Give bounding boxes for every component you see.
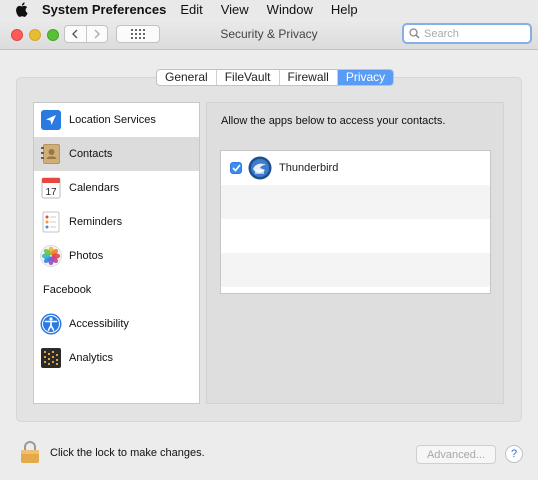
sidebar-item-label: Reminders <box>69 216 123 228</box>
thunderbird-icon <box>248 156 272 180</box>
analytics-icon <box>40 347 62 369</box>
app-permission-list: Thunderbird <box>220 150 491 294</box>
sidebar-item-reminders[interactable]: Reminders <box>34 205 199 239</box>
sidebar-item-accessibility[interactable]: Accessibility <box>34 307 199 341</box>
tab-firewall[interactable]: Firewall <box>280 70 338 85</box>
empty-row <box>221 253 490 287</box>
tab-general[interactable]: General <box>157 70 217 85</box>
thunderbird-checkbox[interactable] <box>230 162 242 174</box>
sidebar-item-label: Analytics <box>69 352 114 364</box>
calendar-day-number: 17 <box>45 187 57 198</box>
advanced-button[interactable]: Advanced... <box>416 445 496 464</box>
menu-window[interactable]: Window <box>267 2 313 17</box>
app-name: Thunderbird <box>279 162 339 174</box>
apple-menu-icon[interactable] <box>14 1 28 17</box>
sidebar-item-analytics[interactable]: Analytics <box>34 341 199 375</box>
tab-filevault[interactable]: FileVault <box>217 70 280 85</box>
sidebar-item-facebook[interactable]: Facebook <box>34 273 199 307</box>
sidebar-item-label: Location Services <box>69 114 156 126</box>
menu-edit[interactable]: Edit <box>180 2 202 17</box>
accessibility-icon <box>40 313 62 335</box>
sidebar-item-location-services[interactable]: Location Services <box>34 103 199 137</box>
checkmark-icon <box>231 164 241 172</box>
search-icon <box>409 28 420 39</box>
calendar-icon: 17 <box>40 177 62 199</box>
sidebar-item-label: Calendars <box>69 182 120 194</box>
lock-instructions: Click the lock to make changes. <box>50 447 205 459</box>
app-row-thunderbird[interactable]: Thunderbird <box>221 151 490 185</box>
help-button[interactable]: ? <box>505 445 523 463</box>
tab-bar: General FileVault Firewall Privacy <box>156 69 395 86</box>
sidebar-item-contacts[interactable]: Contacts <box>34 137 199 171</box>
search-placeholder: Search <box>424 27 459 40</box>
empty-row <box>221 185 490 219</box>
menu-bar: System Preferences Edit View Window Help <box>0 0 538 18</box>
menu-view[interactable]: View <box>221 2 249 17</box>
contacts-book-icon <box>40 143 62 165</box>
menu-app-name[interactable]: System Preferences <box>42 2 166 17</box>
photos-flower-icon <box>40 245 62 267</box>
tab-privacy[interactable]: Privacy <box>337 70 394 85</box>
pane-description: Allow the apps below to access your cont… <box>221 115 446 127</box>
sidebar-item-label: Photos <box>69 250 104 262</box>
privacy-detail-pane: Allow the apps below to access your cont… <box>206 102 504 404</box>
menu-help[interactable]: Help <box>331 2 358 17</box>
privacy-category-list: Location Services Contacts 17 Calendars … <box>33 102 200 404</box>
window-titlebar: Security & Privacy Search <box>0 18 538 50</box>
sidebar-item-label: Accessibility <box>69 318 129 330</box>
empty-row <box>221 219 490 253</box>
lock-icon[interactable] <box>20 441 40 463</box>
sidebar-item-label: Contacts <box>69 148 113 160</box>
reminders-icon <box>40 211 62 233</box>
location-arrow-icon <box>40 109 62 131</box>
sidebar-item-calendars[interactable]: 17 Calendars <box>34 171 199 205</box>
sidebar-item-photos[interactable]: Photos <box>34 239 199 273</box>
search-input[interactable]: Search <box>402 23 532 44</box>
sidebar-item-label: Facebook <box>43 284 92 296</box>
